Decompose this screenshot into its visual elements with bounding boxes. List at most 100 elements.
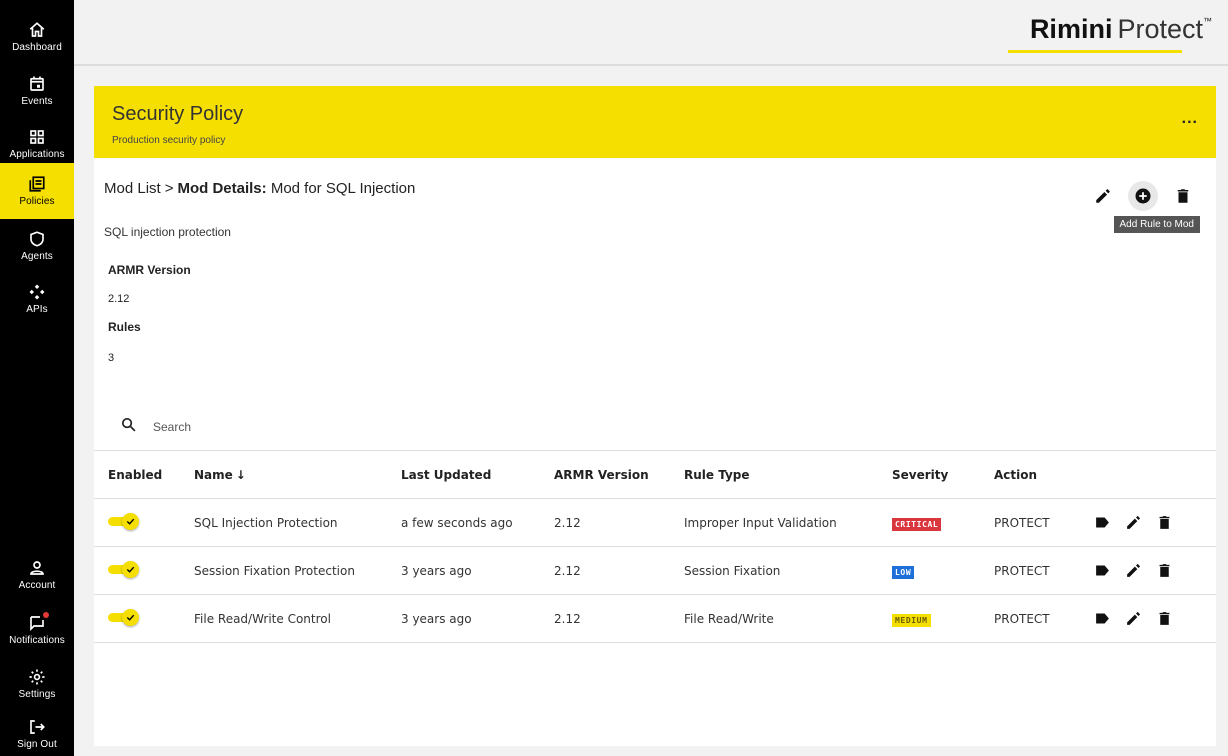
enabled-cell — [94, 546, 194, 595]
sort-down-icon: ↓ — [235, 467, 246, 482]
delete-rule-button[interactable] — [1156, 610, 1173, 627]
rule-armr-version: 2.12 — [554, 498, 684, 547]
rule-name[interactable]: File Read/Write Control — [194, 594, 401, 643]
sidebar-item-applications[interactable]: Applications — [0, 119, 74, 169]
sidebar-item-label: Sign Out — [17, 739, 57, 750]
sidebar-item-label: Dashboard — [12, 42, 62, 53]
rule-action: PROTECT — [994, 546, 1094, 595]
add-rule-button[interactable] — [1128, 181, 1158, 211]
check-icon — [122, 561, 139, 578]
brand-trademark: ™ — [1203, 16, 1212, 26]
sidebar-item-account[interactable]: Account — [0, 550, 74, 600]
enabled-toggle[interactable] — [108, 561, 139, 578]
sidebar-item-apis[interactable]: APIs — [0, 274, 74, 324]
enabled-toggle[interactable] — [108, 513, 139, 530]
pencil-icon — [1127, 612, 1140, 625]
delete-rule-button[interactable] — [1156, 562, 1173, 579]
sidebar-item-agents[interactable]: Agents — [0, 221, 74, 271]
brand-bold: Rimini — [1029, 14, 1113, 44]
rule-action: PROTECT — [994, 594, 1094, 643]
severity-badge: MEDIUM — [892, 613, 931, 627]
column-header-rule-type[interactable]: Rule Type — [684, 450, 892, 499]
sidebar-item-events[interactable]: Events — [0, 66, 74, 116]
search-bar — [120, 416, 453, 438]
sidebar: Dashboard Events Applications Policies A… — [0, 0, 74, 756]
row-actions-cell — [1094, 498, 1216, 547]
logout-icon — [28, 718, 46, 736]
column-header-name[interactable]: Name ↓ — [194, 450, 401, 499]
column-header-action[interactable]: Action — [994, 450, 1094, 499]
sidebar-item-policies[interactable]: Policies — [0, 163, 74, 219]
sidebar-item-settings[interactable]: Settings — [0, 659, 74, 709]
column-header-severity[interactable]: Severity — [892, 450, 994, 499]
trash-icon — [1159, 612, 1170, 625]
tag-button[interactable] — [1094, 562, 1111, 579]
row-actions-cell — [1094, 594, 1216, 643]
api-icon — [28, 283, 46, 301]
delete-mod-button[interactable] — [1170, 183, 1196, 209]
enabled-toggle[interactable] — [108, 609, 139, 626]
sidebar-item-label: Events — [21, 96, 53, 107]
sidebar-item-signout[interactable]: Sign Out — [0, 712, 74, 756]
rule-name[interactable]: SQL Injection Protection — [194, 498, 401, 547]
gear-icon — [28, 668, 46, 686]
column-header-armr-version[interactable]: ARMR Version — [554, 450, 684, 499]
edit-rule-button[interactable] — [1125, 562, 1142, 579]
brand-thin: Protect — [1117, 14, 1203, 44]
sidebar-item-label: Policies — [19, 196, 55, 207]
rule-name[interactable]: Session Fixation Protection — [194, 546, 401, 595]
search-icon — [120, 416, 137, 438]
pencil-icon — [1127, 564, 1140, 577]
row-actions-cell — [1094, 546, 1216, 595]
row-actions — [1094, 514, 1216, 531]
table-header-row: Enabled Name ↓ Last Updated ARMR Version … — [94, 450, 1216, 499]
sidebar-item-label: Notifications — [9, 635, 65, 646]
sidebar-item-notifications[interactable]: Notifications — [0, 605, 74, 655]
column-header-name-label: Name — [194, 467, 233, 482]
rule-armr-version: 2.12 — [554, 594, 684, 643]
severity-badge: LOW — [892, 565, 915, 579]
delete-rule-button[interactable] — [1156, 514, 1173, 531]
sidebar-item-label: Applications — [9, 149, 65, 160]
person-icon — [28, 559, 46, 577]
sidebar-item-label: Settings — [18, 689, 56, 700]
page-subtitle: Production security policy — [112, 135, 226, 146]
edit-rule-button[interactable] — [1125, 514, 1142, 531]
breadcrumb: Mod List > Mod Details: Mod for SQL Inject… — [104, 180, 415, 197]
pencil-icon — [1127, 516, 1140, 529]
check-icon — [122, 609, 139, 626]
sidebar-item-dashboard[interactable]: Dashboard — [0, 12, 74, 62]
edit-mod-button[interactable] — [1090, 183, 1116, 209]
trash-icon — [1174, 187, 1192, 205]
rule-last-updated: a few seconds ago — [401, 498, 554, 547]
column-header-enabled[interactable]: Enabled — [94, 450, 194, 499]
top-bar: Rimini Protect™ — [74, 0, 1228, 66]
shield-icon — [28, 230, 46, 248]
grid-icon — [28, 128, 46, 146]
rule-severity: CRITICAL — [892, 498, 994, 547]
tag-button[interactable] — [1094, 610, 1111, 627]
main-content: Security Policy Production security poli… — [94, 86, 1216, 746]
edit-rule-button[interactable] — [1125, 610, 1142, 627]
tag-button[interactable] — [1094, 514, 1111, 531]
check-icon — [122, 513, 139, 530]
rule-severity: MEDIUM — [892, 594, 994, 643]
chat-icon — [28, 612, 49, 632]
policy-banner: Security Policy Production security poli… — [94, 86, 1216, 158]
trash-icon — [1159, 516, 1170, 529]
add-circle-icon — [1134, 187, 1152, 205]
sidebar-item-label: Agents — [21, 251, 53, 262]
brand-underline — [1008, 50, 1182, 53]
page-title: Security Policy — [112, 103, 244, 125]
brand-logo: Rimini Protect™ — [1030, 14, 1212, 45]
search-input[interactable] — [153, 420, 453, 434]
column-header-actions — [1094, 450, 1216, 499]
breadcrumb-separator: > — [164, 180, 174, 197]
rule-type: File Read/Write — [684, 594, 892, 643]
more-options-button[interactable]: ... — [1182, 110, 1198, 128]
severity-badge: CRITICAL — [892, 517, 942, 531]
pencil-icon — [1094, 187, 1112, 205]
rule-last-updated: 3 years ago — [401, 594, 554, 643]
column-header-last-updated[interactable]: Last Updated — [401, 450, 554, 499]
breadcrumb-parent[interactable]: Mod List — [104, 180, 161, 197]
